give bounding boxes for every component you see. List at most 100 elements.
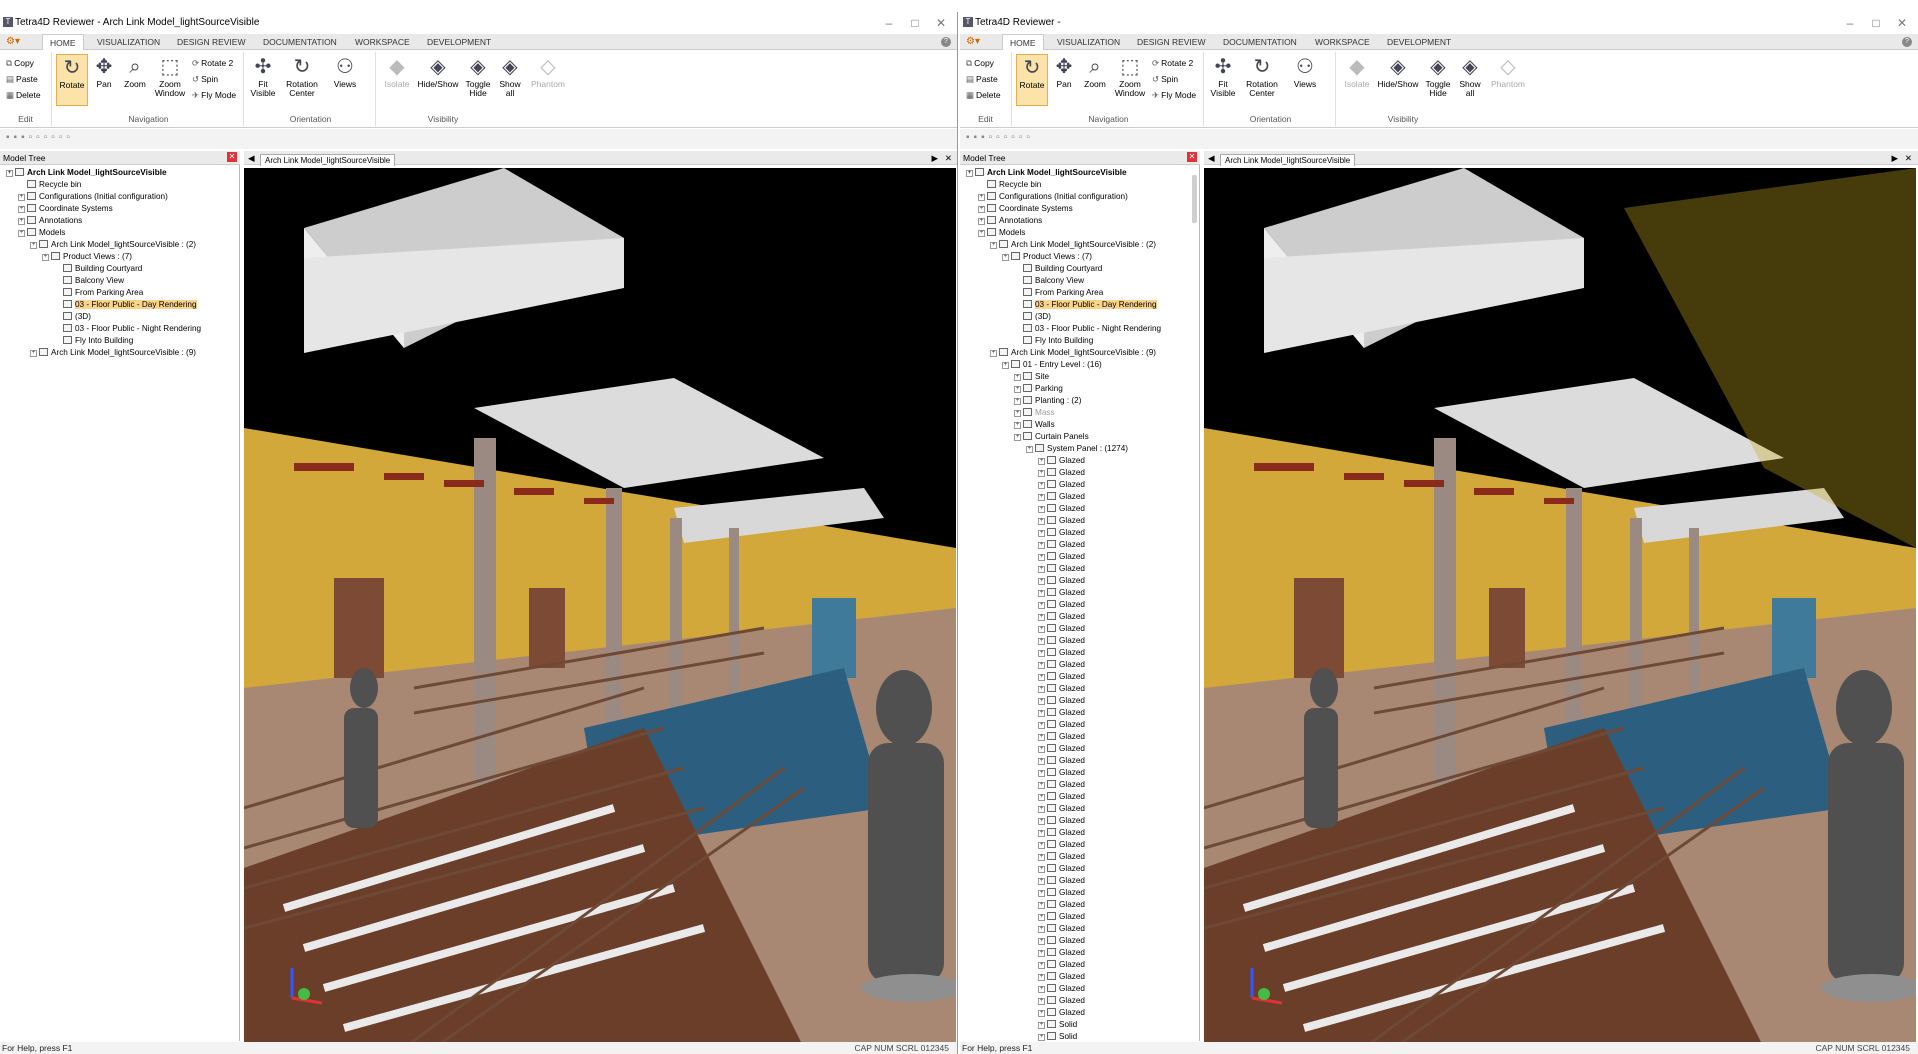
tree-node[interactable]: + Glazed [1038, 767, 1085, 779]
tree-node[interactable]: + Glazed [1038, 599, 1085, 611]
tree-node[interactable]: 03 - Floor Public - Day Rendering [54, 299, 197, 311]
expand-icon[interactable]: + [1038, 1022, 1045, 1029]
expand-icon[interactable]: + [1038, 674, 1045, 681]
expand-icon[interactable]: + [18, 230, 25, 237]
spin-button[interactable]: ↺ Spin [192, 72, 218, 86]
tree-node[interactable]: + Glazed [1038, 491, 1085, 503]
viewport-tab[interactable]: Arch Link Model_lightSourceVisible [1220, 154, 1356, 166]
expand-icon[interactable]: + [1038, 542, 1045, 549]
tree-node[interactable]: (3D) [54, 311, 91, 323]
tree-node[interactable]: + Glazed [1038, 863, 1085, 875]
tree-node[interactable]: 03 - Floor Public - Day Rendering [1014, 299, 1157, 311]
expand-icon[interactable]: + [1038, 506, 1045, 513]
expand-icon[interactable]: + [1038, 914, 1045, 921]
tree-node[interactable]: + Glazed [1038, 779, 1085, 791]
3d-viewport[interactable] [1204, 168, 1916, 1048]
expand-icon[interactable]: + [1038, 482, 1045, 489]
tree-node[interactable]: + Solid [1038, 1019, 1077, 1031]
tree-node[interactable]: Building Courtyard [54, 263, 142, 275]
tree-node[interactable]: + Glazed [1038, 815, 1085, 827]
tree-node[interactable]: + Models [18, 227, 65, 239]
zoom-button[interactable]: ⌕ Zoom [1080, 54, 1110, 106]
close-window-icon[interactable]: ✕ [929, 15, 953, 31]
phantom-button[interactable]: ◇ Phantom [1488, 54, 1528, 106]
tree-node[interactable]: Building Courtyard [1014, 263, 1102, 275]
pan-button[interactable]: ✥ Pan [90, 54, 118, 106]
tree-node[interactable]: + Arch Link Model_lightSourceVisible : (9… [30, 347, 196, 359]
tree-node[interactable]: Balcony View [54, 275, 124, 287]
expand-icon[interactable]: + [1038, 830, 1045, 837]
tree-node[interactable]: + Product Views : (7) [42, 251, 132, 263]
tree-node[interactable]: From Parking Area [1014, 287, 1103, 299]
tree-node[interactable]: + Walls [1014, 419, 1055, 431]
tree-node[interactable]: + Planting : (2) [1014, 395, 1081, 407]
expand-icon[interactable]: + [978, 194, 985, 201]
tree-node[interactable]: + Annotations [18, 215, 82, 227]
fly-mode-button[interactable]: ✈ Fly Mode [192, 88, 236, 102]
tree-node[interactable]: + Glazed [1038, 875, 1085, 887]
tree-node[interactable]: + Glazed [1038, 851, 1085, 863]
expand-icon[interactable]: + [42, 254, 49, 261]
toggle-hide-button[interactable]: ◈ Toggle Hide [462, 54, 494, 106]
rotation-center-button[interactable]: ↻ Rotation Center [282, 54, 322, 106]
expand-icon[interactable]: + [30, 350, 37, 357]
tree-node[interactable]: + Glazed [1038, 659, 1085, 671]
expand-icon[interactable]: + [1038, 530, 1045, 537]
tree-node[interactable]: From Parking Area [54, 287, 143, 299]
expand-icon[interactable]: + [1014, 398, 1021, 405]
tree-node[interactable]: + Glazed [1038, 707, 1085, 719]
hide-show-button[interactable]: ◈ Hide/Show [1376, 54, 1420, 106]
tree-node[interactable]: + Glazed [1038, 803, 1085, 815]
tree-node[interactable]: + Glazed [1038, 635, 1085, 647]
quick-access-toolbar[interactable]: ▪▪▪▫▫▫▫▫▫ [960, 129, 1918, 149]
tree-node[interactable]: + Glazed [1038, 983, 1085, 995]
expand-icon[interactable]: + [1038, 1034, 1045, 1041]
tree-node[interactable]: + Glazed [1038, 695, 1085, 707]
expand-icon[interactable]: + [1014, 386, 1021, 393]
tab-home[interactable]: HOME [1002, 34, 1044, 50]
tab-development[interactable]: DEVELOPMENT [420, 34, 498, 50]
tree-scrollbar[interactable] [1192, 175, 1197, 223]
spin-button[interactable]: ↺ Spin [1152, 72, 1178, 86]
paste-button[interactable]: ▤ Paste [966, 72, 998, 86]
expand-icon[interactable]: + [990, 242, 997, 249]
tree-node[interactable]: + Glazed [1038, 935, 1085, 947]
app-menu-button[interactable]: ⚙▾ [2, 35, 34, 49]
pan-button[interactable]: ✥ Pan [1050, 54, 1078, 106]
tree-node[interactable]: + Glazed [1038, 719, 1085, 731]
tab-workspace[interactable]: WORKSPACE [348, 34, 417, 50]
tab-design-review[interactable]: DESIGN REVIEW [170, 34, 252, 50]
tree-node[interactable]: + Arch Link Model_lightSourceVisible : (2… [30, 239, 196, 251]
expand-icon[interactable]: + [1038, 626, 1045, 633]
expand-icon[interactable]: + [1038, 854, 1045, 861]
tree-node[interactable]: +01 - Entry Level : (16) [1002, 359, 1102, 371]
fit-visible-button[interactable]: ✣ Fit Visible [248, 54, 278, 106]
expand-icon[interactable]: + [1038, 806, 1045, 813]
views-button[interactable]: ⚇ Views [328, 54, 362, 106]
expand-icon[interactable]: + [1038, 794, 1045, 801]
tree-node[interactable]: 03 - Floor Public - Night Rendering [54, 323, 201, 335]
tree-node[interactable]: + Glazed [1038, 1007, 1085, 1019]
tree-node[interactable]: + Glazed [1038, 503, 1085, 515]
expand-icon[interactable]: + [1038, 770, 1045, 777]
tree-node[interactable]: + Glazed [1038, 647, 1085, 659]
help-icon[interactable]: ? [941, 37, 951, 47]
isolate-button[interactable]: ◆ Isolate [1342, 54, 1372, 106]
maximize-icon[interactable]: □ [903, 15, 927, 31]
tree-node[interactable]: + Glazed [1038, 947, 1085, 959]
tree-node[interactable]: + Glazed [1038, 971, 1085, 983]
tab-workspace[interactable]: WORKSPACE [1308, 34, 1377, 50]
expand-icon[interactable]: + [18, 206, 25, 213]
tree-node[interactable]: + Glazed [1038, 839, 1085, 851]
expand-icon[interactable]: + [1038, 494, 1045, 501]
tab-documentation[interactable]: DOCUMENTATION [1216, 34, 1304, 50]
expand-icon[interactable]: + [1002, 362, 1009, 369]
expand-icon[interactable]: + [1038, 554, 1045, 561]
show-all-button[interactable]: ◈ Show all [1456, 54, 1484, 106]
tree-node[interactable]: Fly Into Building [1014, 335, 1093, 347]
viewport-tab-left-arrow[interactable]: ◀ [244, 153, 255, 163]
tree-node[interactable]: + Coordinate Systems [978, 203, 1073, 215]
tree-node[interactable]: + Glazed [1038, 887, 1085, 899]
rotate-button[interactable]: ↻ Rotate [56, 54, 88, 106]
model-tree-close-icon[interactable]: ✕ [227, 152, 237, 162]
